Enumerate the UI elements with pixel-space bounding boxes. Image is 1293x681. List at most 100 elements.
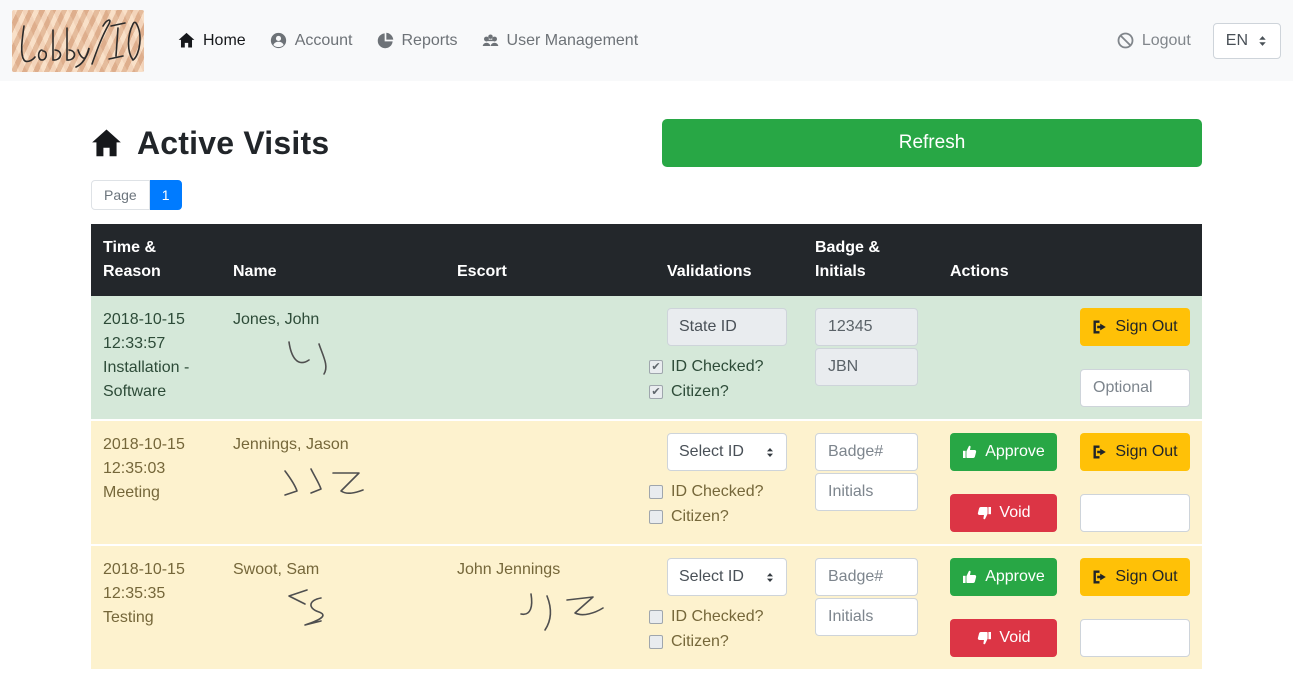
id-checked-label: ID Checked? xyxy=(671,605,764,629)
visit-reason: Testing xyxy=(103,606,209,630)
sign-out-button[interactable]: Sign Out xyxy=(1080,558,1190,596)
citizen-checkbox[interactable] xyxy=(649,510,663,524)
nav-item-account[interactable]: Account xyxy=(258,24,365,58)
time-reason-cell: 2018-10-15 12:35:35 Testing xyxy=(91,546,221,669)
citizen-checkbox: ✔ xyxy=(649,385,663,399)
initials-input[interactable] xyxy=(815,348,918,386)
validations-cell: Select ID ID Checked? Citizen? xyxy=(655,421,803,544)
person-icon xyxy=(270,32,287,49)
column-header: Actions xyxy=(938,224,1202,296)
sign-out-button[interactable]: Sign Out xyxy=(1080,308,1190,346)
citizen-checkbox[interactable] xyxy=(649,635,663,649)
visitor-signature xyxy=(277,461,387,513)
note-input[interactable] xyxy=(1080,369,1190,407)
chevron-updown-icon xyxy=(765,446,775,459)
visit-reason: Meeting xyxy=(103,481,209,505)
id-type-select[interactable]: Select ID xyxy=(667,433,787,471)
id-type-value: State ID xyxy=(679,315,737,339)
citizen-label: Citizen? xyxy=(671,630,729,654)
citizen-label: Citizen? xyxy=(671,380,729,404)
escort-name: John Jennings xyxy=(457,558,643,582)
actions-cell: Approve Sign Out V xyxy=(938,296,1202,419)
id-type-select: State ID xyxy=(667,308,787,346)
page-label[interactable]: Page xyxy=(91,180,150,210)
ban-icon xyxy=(1117,32,1134,49)
navbar-right: Logout EN xyxy=(1117,23,1281,59)
escort-signature xyxy=(515,586,625,638)
id-checked-checkbox[interactable] xyxy=(649,610,663,624)
table-body: 2018-10-15 12:33:57 Installation - Softw… xyxy=(91,296,1202,669)
escort-cell xyxy=(445,296,655,419)
badge-input[interactable] xyxy=(815,558,918,596)
visitor-signature xyxy=(277,336,387,388)
refresh-button[interactable]: Refresh xyxy=(662,119,1202,167)
id-type-value: Select ID xyxy=(679,440,744,464)
language-select[interactable]: EN xyxy=(1213,23,1281,59)
page-number-active[interactable]: 1 xyxy=(150,180,182,210)
id-checked-label: ID Checked? xyxy=(671,480,764,504)
name-cell: Swoot, Sam xyxy=(221,546,445,669)
logout-link[interactable]: Logout xyxy=(1117,32,1191,50)
citizen-label: Citizen? xyxy=(671,505,729,529)
table-row: 2018-10-15 12:35:35 Testing Swoot, Sam J… xyxy=(91,544,1202,669)
visit-time: 2018-10-15 12:33:57 xyxy=(103,308,209,356)
approve-button[interactable]: Approve xyxy=(950,433,1057,471)
sign-out-button[interactable]: Sign Out xyxy=(1080,433,1190,471)
thumbs-down-icon xyxy=(976,630,992,646)
escort-cell: John Jennings xyxy=(445,546,655,669)
logout-label: Logout xyxy=(1142,32,1191,50)
approve-button[interactable]: Approve xyxy=(950,558,1057,596)
id-type-value: Select ID xyxy=(679,565,744,589)
time-reason-cell: 2018-10-15 12:35:03 Meeting xyxy=(91,421,221,544)
visits-table: Time & ReasonNameEscortValidationsBadge … xyxy=(91,224,1202,669)
id-checked-checkbox[interactable] xyxy=(649,485,663,499)
badge-input[interactable] xyxy=(815,308,918,346)
initials-input[interactable] xyxy=(815,473,918,511)
brand-logo[interactable] xyxy=(12,10,144,72)
id-type-select[interactable]: Select ID xyxy=(667,558,787,596)
nav-item-home[interactable]: Home xyxy=(166,24,258,58)
name-cell: Jennings, Jason xyxy=(221,421,445,544)
sign-out-icon xyxy=(1092,319,1108,335)
language-value: EN xyxy=(1226,32,1248,50)
actions-cell: Approve Sign Out V xyxy=(938,546,1202,669)
column-header: Badge & Initials xyxy=(803,224,938,296)
badge-initials-cell xyxy=(803,296,938,419)
top-navbar: Home AccountReportsUser Management Logout… xyxy=(0,0,1293,81)
page-title: Active Visits xyxy=(91,125,329,162)
users-icon xyxy=(482,32,499,49)
validations-cell: Select ID ID Checked? Citizen? xyxy=(655,546,803,669)
note-input[interactable] xyxy=(1080,494,1190,532)
void-button[interactable]: Void xyxy=(950,494,1057,532)
id-checked-label: ID Checked? xyxy=(671,355,764,379)
visitor-name: Swoot, Sam xyxy=(233,558,433,582)
initials-input[interactable] xyxy=(815,598,918,636)
brand-handwriting xyxy=(12,10,144,72)
column-header: Time & Reason xyxy=(91,224,221,296)
chevron-updown-icon xyxy=(765,571,775,584)
validations-cell: State ID ✔ ID Checked? ✔ Citizen? xyxy=(655,296,803,419)
thumbs-down-icon xyxy=(976,505,992,521)
nav-item-label: Home xyxy=(203,32,246,50)
sign-out-icon xyxy=(1092,569,1108,585)
id-checked-checkbox: ✔ xyxy=(649,360,663,374)
visitor-name: Jennings, Jason xyxy=(233,433,433,457)
void-button[interactable]: Void xyxy=(950,619,1057,657)
thumbs-up-icon xyxy=(962,444,978,460)
actions-cell: Approve Sign Out V xyxy=(938,421,1202,544)
nav-menu: Home AccountReportsUser Management xyxy=(166,24,650,58)
visitor-name: Jones, John xyxy=(233,308,433,332)
time-reason-cell: 2018-10-15 12:33:57 Installation - Softw… xyxy=(91,296,221,419)
badge-input[interactable] xyxy=(815,433,918,471)
nav-item-user-management[interactable]: User Management xyxy=(470,24,651,58)
pie-chart-icon xyxy=(377,32,394,49)
note-input[interactable] xyxy=(1080,619,1190,657)
thumbs-up-icon xyxy=(962,569,978,585)
table-row: 2018-10-15 12:33:57 Installation - Softw… xyxy=(91,296,1202,419)
table-row: 2018-10-15 12:35:03 Meeting Jennings, Ja… xyxy=(91,419,1202,544)
pagination: Page 1 xyxy=(91,180,1202,210)
badge-initials-cell xyxy=(803,421,938,544)
column-header: Validations xyxy=(655,224,803,296)
nav-item-reports[interactable]: Reports xyxy=(365,24,470,58)
visit-time: 2018-10-15 12:35:03 xyxy=(103,433,209,481)
